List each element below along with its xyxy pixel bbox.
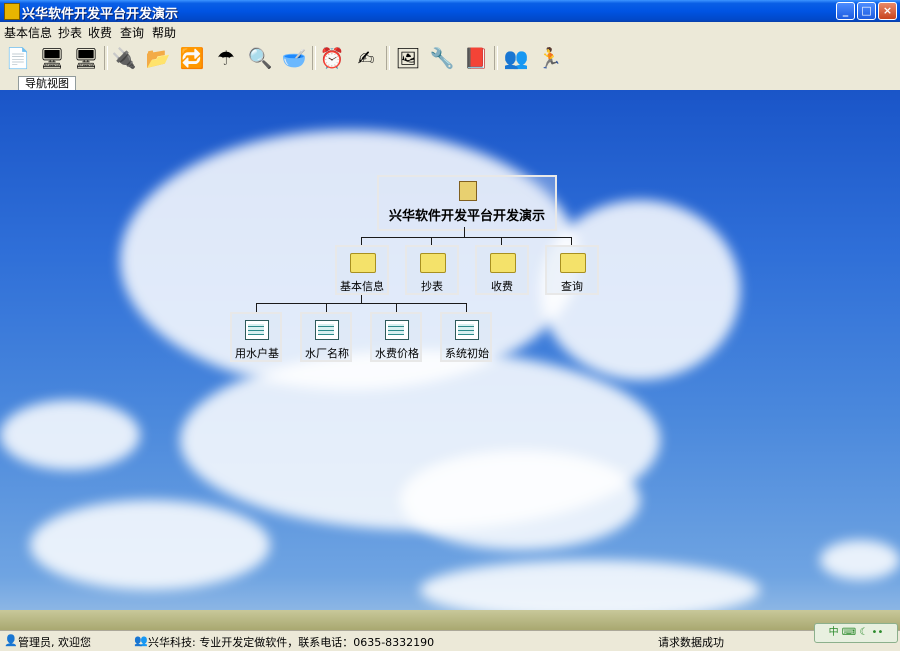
menu-query[interactable]: 查询 bbox=[120, 24, 144, 41]
zoom-icon[interactable]: 🔍 bbox=[246, 44, 274, 72]
toolbar-separator bbox=[386, 46, 390, 70]
status-bar: 👤 管理员, 欢迎您 👥 兴华科技: 专业开发定做软件，联系电话：0635-83… bbox=[0, 623, 900, 651]
dish-icon[interactable]: 🥣 bbox=[280, 44, 308, 72]
connector-line bbox=[466, 303, 467, 312]
menu-bar: 基本信息 抄表 收费 查询 帮助 bbox=[0, 22, 900, 40]
ime-toolbar[interactable]: 中 ⌨ ☾ •• bbox=[814, 623, 898, 643]
folder-icon bbox=[560, 253, 586, 273]
picture-icon[interactable]: 🖼 bbox=[394, 44, 422, 72]
connector-line bbox=[396, 303, 397, 312]
tree-node-plant-name[interactable]: 水厂名称 bbox=[300, 312, 352, 362]
tree-node-water-price[interactable]: 水费价格 bbox=[370, 312, 422, 362]
cloud bbox=[820, 540, 900, 580]
screen-icon[interactable]: 🖥 bbox=[72, 44, 100, 72]
help-book-icon[interactable]: 📕 bbox=[462, 44, 490, 72]
gear-doc-icon bbox=[459, 181, 477, 201]
title-bar: 兴华软件开发平台开发演示 _ □ × bbox=[0, 0, 900, 22]
menu-billing[interactable]: 收费 bbox=[88, 24, 112, 41]
connector-line bbox=[464, 227, 465, 237]
connector-line bbox=[361, 295, 362, 303]
cloud bbox=[0, 400, 140, 470]
app-icon bbox=[4, 3, 20, 20]
tree-node-query[interactable]: 查询 bbox=[545, 245, 599, 295]
new-doc-icon[interactable]: 📄 bbox=[4, 44, 32, 72]
exit-run-icon[interactable]: 🏃 bbox=[536, 44, 564, 72]
menu-help[interactable]: 帮助 bbox=[152, 24, 176, 41]
table-form-icon bbox=[315, 320, 339, 340]
user-icon: 👤 bbox=[4, 634, 18, 647]
table-form-icon bbox=[245, 320, 269, 340]
monitor-icon[interactable]: 🖥 bbox=[38, 44, 66, 72]
folder-icon bbox=[420, 253, 446, 273]
toolbar-separator bbox=[494, 46, 498, 70]
table-form-icon bbox=[455, 320, 479, 340]
tree-root-node[interactable]: 兴华软件开发平台开发演示 bbox=[377, 175, 557, 231]
cloud bbox=[400, 450, 640, 550]
window-title: 兴华软件开发平台开发演示 bbox=[22, 7, 179, 22]
workspace: 兴华软件开发平台开发演示 基本信息 抄表 收费 查询 用水户基 水厂名称 水费价… bbox=[0, 90, 900, 630]
toolbar-separator bbox=[312, 46, 316, 70]
connector-line bbox=[431, 237, 432, 245]
users-icon[interactable]: 👥 bbox=[502, 44, 530, 72]
tab-strip: 导航视图 bbox=[0, 76, 900, 91]
menu-basic-info[interactable]: 基本信息 bbox=[4, 24, 52, 41]
node-label: 抄表 bbox=[421, 280, 443, 293]
tree-root-label: 兴华软件开发平台开发演示 bbox=[388, 209, 545, 224]
node-label: 用水户基 bbox=[235, 347, 279, 360]
status-message: 请求数据成功 bbox=[658, 636, 724, 649]
folder-icon bbox=[350, 253, 376, 273]
alarm-clock-icon[interactable]: ⏰ bbox=[318, 44, 346, 72]
toolbar-separator bbox=[104, 46, 108, 70]
transfer-icon[interactable]: 🔁 bbox=[178, 44, 206, 72]
close-button[interactable]: × bbox=[878, 2, 897, 20]
status-user: 管理员, 欢迎您 bbox=[18, 636, 91, 649]
tools-icon[interactable]: 🔧 bbox=[428, 44, 456, 72]
connector-line bbox=[326, 303, 327, 312]
node-label: 收费 bbox=[491, 280, 513, 293]
connect-icon[interactable]: 🔌 bbox=[110, 44, 138, 72]
node-label: 系统初始 bbox=[445, 347, 489, 360]
connector-line bbox=[256, 303, 467, 304]
minimize-button[interactable]: _ bbox=[836, 2, 855, 20]
connector-line bbox=[361, 237, 362, 245]
connector-line bbox=[256, 303, 257, 312]
connector-line bbox=[571, 237, 572, 245]
tree-node-basic-info[interactable]: 基本信息 bbox=[335, 245, 389, 295]
folder-doc-icon[interactable]: 📂 bbox=[144, 44, 172, 72]
tree-node-billing[interactable]: 收费 bbox=[475, 245, 529, 295]
tab-navigation-view[interactable]: 导航视图 bbox=[18, 76, 76, 90]
connector-line bbox=[361, 237, 571, 238]
ground-strip bbox=[0, 610, 900, 630]
table-form-icon bbox=[385, 320, 409, 340]
tree-node-water-user[interactable]: 用水户基 bbox=[230, 312, 282, 362]
menu-meter-reading[interactable]: 抄表 bbox=[58, 24, 82, 41]
tree-node-meter-reading[interactable]: 抄表 bbox=[405, 245, 459, 295]
cloud bbox=[30, 500, 270, 590]
umbrella-icon[interactable]: ☂ bbox=[212, 44, 240, 72]
connector-line bbox=[501, 237, 502, 245]
node-label: 基本信息 bbox=[340, 280, 384, 293]
node-label: 水厂名称 bbox=[305, 347, 349, 360]
maximize-button[interactable]: □ bbox=[857, 2, 876, 20]
node-label: 水费价格 bbox=[375, 347, 419, 360]
node-label: 查询 bbox=[561, 280, 583, 293]
tree-node-system-init[interactable]: 系统初始 bbox=[440, 312, 492, 362]
edit-icon[interactable]: ✍ bbox=[352, 44, 380, 72]
folder-icon bbox=[490, 253, 516, 273]
toolbar: 📄 🖥 🖥 🔌 📂 🔁 ☂ 🔍 🥣 ⏰ ✍ 🖼 🔧 📕 👥 🏃 bbox=[0, 40, 900, 77]
company-icon: 👥 bbox=[134, 634, 148, 647]
status-company: 兴华科技: 专业开发定做软件，联系电话：0635-8332190 bbox=[148, 636, 435, 649]
